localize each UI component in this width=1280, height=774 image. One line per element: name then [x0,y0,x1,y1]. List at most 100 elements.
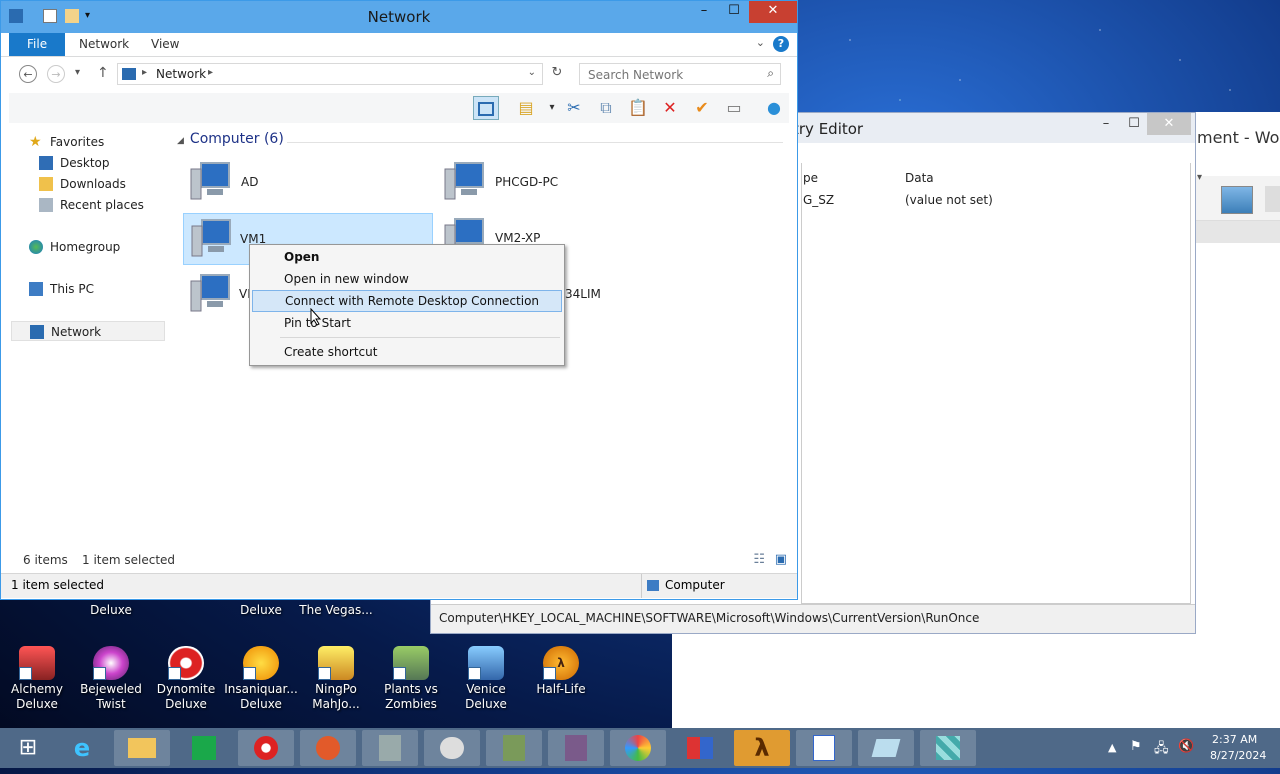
robot-taskbar-icon[interactable] [362,730,418,766]
desktop-icon-venice[interactable]: Venice Deluxe [449,646,523,712]
menu-item-remote-desktop[interactable]: Connect with Remote Desktop Connection [252,290,562,312]
desktop-label[interactable]: The Vegas... [299,603,373,617]
address-box[interactable]: ▸ Network ▸ ⌄ [117,63,543,85]
menu-item-create-shortcut[interactable]: Create shortcut [252,341,562,363]
large-icons-view-icon[interactable]: ▣ [775,552,787,567]
cut-icon[interactable]: ✂ [561,96,587,120]
chevron-right-icon[interactable]: ▸ [208,67,213,78]
clock-time[interactable]: 2:37 AM [1212,733,1257,746]
menu-item-open-new-window[interactable]: Open in new window [252,268,562,290]
wordpad-taskbar-icon[interactable] [796,730,852,766]
half-life-taskbar-icon[interactable]: λ [734,730,790,766]
recent-places-icon [39,198,53,212]
nav-recent-places[interactable]: Recent places [11,195,165,215]
computer-item-phcgd-pc[interactable]: PHCGD-PC [437,157,687,209]
search-icon[interactable]: ⌕ [767,66,774,81]
minimize-button[interactable]: – [689,1,719,23]
volume-muted-icon[interactable]: 🔇 [1178,739,1194,754]
refresh-icon[interactable]: ↻ [545,65,569,80]
explorer-title-bar[interactable]: ▾ Network – ☐ ✕ [1,1,797,33]
wizard-taskbar-icon[interactable] [548,730,604,766]
help-icon[interactable]: ? [773,36,789,52]
address-text[interactable]: Network [156,67,206,81]
registry-title: try Editor [793,120,864,138]
address-bar-row: ← → ▾ ↑ ▸ Network ▸ ⌄ ↻ ⌕ [1,57,797,91]
paste-icon[interactable]: 📋 [625,96,651,120]
recent-locations-icon[interactable]: ▾ [75,67,80,78]
notepad-taskbar-icon[interactable] [858,730,914,766]
registry-path: Computer\HKEY_LOCAL_MACHINE\SOFTWARE\Mic… [439,611,980,625]
menu-item-pin-to-start[interactable]: Pin to Start [252,312,562,334]
nav-homegroup[interactable]: Homegroup [11,237,165,257]
details-view-icon[interactable]: ☷ [753,552,765,567]
desktop-icon-alchemy[interactable]: Alchemy Deluxe [0,646,74,712]
store-icon[interactable] [176,730,232,766]
copy-icon[interactable]: ⧉ [593,96,619,120]
browser-taskbar-icon[interactable] [610,730,666,766]
nav-desktop[interactable]: Desktop [11,153,165,173]
desktop-icon-insaniquarium[interactable]: Insaniquar... Deluxe [224,646,298,712]
desktop-icon-half-life[interactable]: λ Half-Life [524,646,598,697]
search-box[interactable]: ⌕ [579,63,781,85]
search-input[interactable] [586,67,760,83]
dynomite-taskbar-icon[interactable] [238,730,294,766]
close-button[interactable]: ✕ [749,1,797,23]
file-explorer-icon[interactable] [114,730,170,766]
nav-network[interactable]: Network [11,321,165,341]
desktop-icon-dynomite[interactable]: Dynomite Deluxe [149,646,223,712]
tab-view[interactable]: View [137,33,193,56]
bejeweled-taskbar-icon[interactable] [300,730,356,766]
checkmark-icon[interactable]: ✔ [689,96,715,120]
bejeweled-icon [93,646,129,680]
minimize-button[interactable]: – [1091,113,1121,135]
group-header[interactable]: ◢ Computer (6) [177,131,284,147]
registry-values-pane[interactable] [801,163,1191,604]
skull-taskbar-icon[interactable] [424,730,480,766]
preview-pane-icon[interactable] [473,96,499,120]
picture-icon[interactable] [1221,186,1253,214]
desktop-label[interactable]: Deluxe [74,603,148,617]
show-hidden-icons[interactable]: ▲ [1108,741,1116,754]
zombie-taskbar-icon[interactable] [486,730,542,766]
desktop-icon-bejeweled[interactable]: Bejeweled Twist [74,646,148,712]
nav-favorites[interactable]: ★ Favorites [11,132,165,152]
nav-downloads[interactable]: Downloads [11,174,165,194]
action-center-flag-icon[interactable]: ⚑ [1130,739,1142,754]
delete-icon[interactable]: ✕ [657,96,683,120]
tab-file[interactable]: File [9,33,66,56]
regedit-taskbar-icon[interactable] [920,730,976,766]
maximize-button[interactable]: ☐ [719,1,749,23]
word-window[interactable]: ment - Word ▾ [1190,112,1280,642]
column-data[interactable]: Data [905,171,934,185]
value-data[interactable]: (value not set) [905,193,993,207]
explorer-window[interactable]: ▾ Network – ☐ ✕ File Network View ⌄ ? ← … [0,0,798,600]
menu-item-open[interactable]: Open [252,246,562,268]
back-button[interactable]: ← [19,65,37,83]
desktop-icon-plants-vs-zombies[interactable]: Plants vs Zombies [374,646,448,712]
value-type[interactable]: G_SZ [803,193,834,207]
venice-icon [468,646,504,680]
folder-options-icon[interactable]: ▤ [513,96,539,120]
start-button[interactable]: ⊞ [0,730,56,766]
shapes-icon[interactable] [1265,186,1280,212]
chevron-down-icon[interactable]: ⌄ [756,36,765,49]
column-type[interactable]: pe [803,171,818,185]
forward-button[interactable]: → [47,65,65,83]
globe-icon[interactable]: ● [761,96,787,120]
computer-item-ad[interactable]: AD [183,157,433,209]
nav-this-pc[interactable]: This PC [11,279,165,299]
chevron-right-icon[interactable]: ▸ [142,67,147,78]
up-arrow-icon[interactable]: ↑ [97,65,109,81]
clock-date[interactable]: 8/27/2024 [1210,749,1266,762]
internet-explorer-icon[interactable]: e [54,730,110,766]
close-button[interactable]: ✕ [1147,113,1191,135]
rename-icon[interactable]: ▭ [721,96,747,120]
collapse-triangle-icon[interactable]: ◢ [177,136,184,146]
network-tray-icon[interactable]: 🖧 [1154,739,1169,761]
desktop-label[interactable]: Deluxe [224,603,298,617]
chevron-down-icon[interactable]: ⌄ [528,67,536,78]
desktop-icon-ningpo[interactable]: NingPo MahJo... [299,646,373,712]
tab-network[interactable]: Network [65,33,143,56]
maximize-button[interactable]: ☐ [1119,113,1149,135]
shapes-taskbar-icon[interactable] [672,730,728,766]
